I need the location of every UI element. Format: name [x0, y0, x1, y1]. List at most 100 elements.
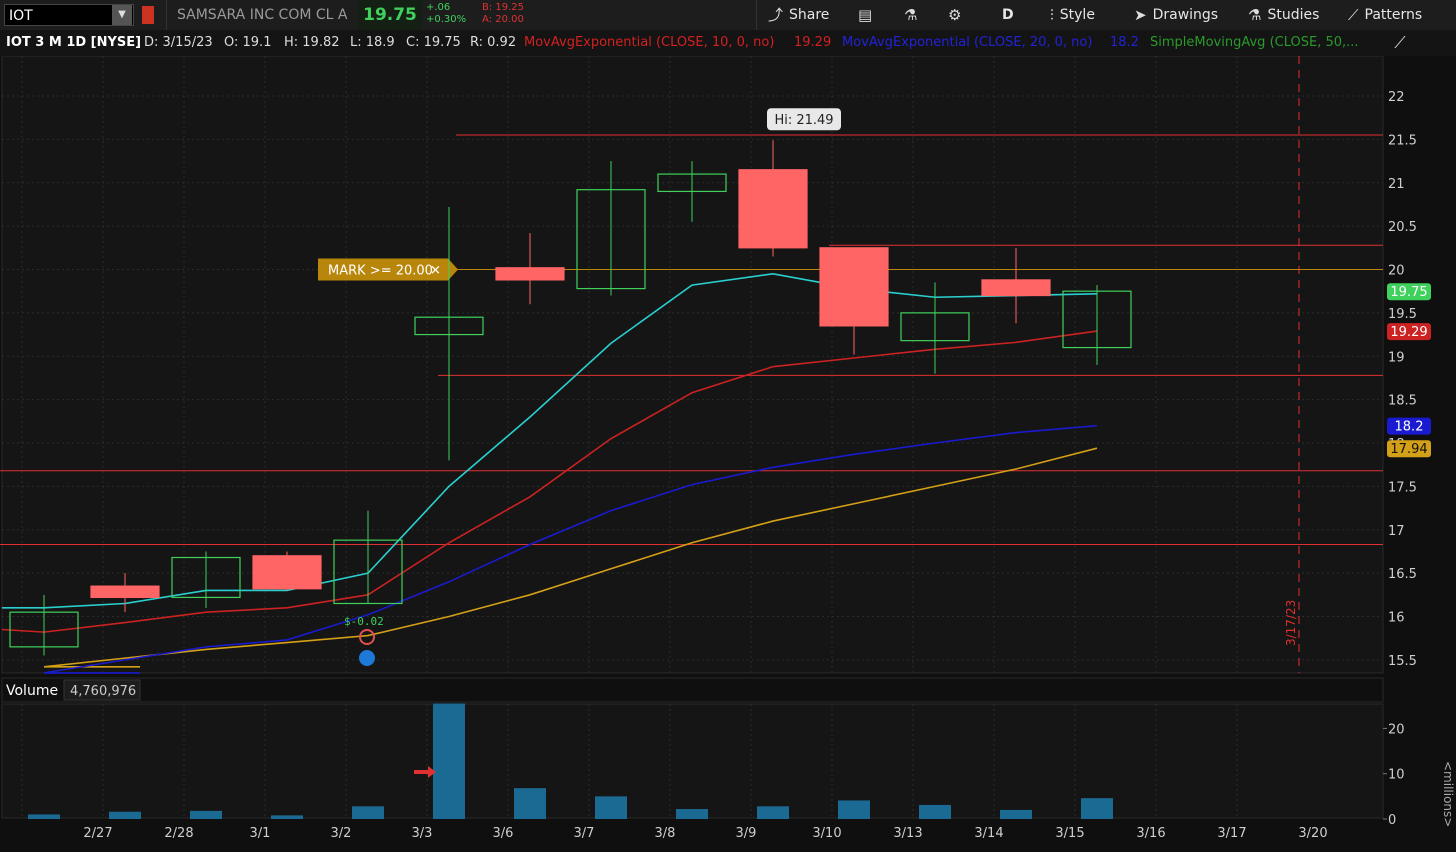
price-tick-label: 19.5: [1388, 307, 1417, 322]
alert-close-icon: ✕: [430, 264, 441, 279]
drawings-button[interactable]: ➤ Drawings: [1134, 0, 1218, 30]
share-button[interactable]: ⤴ Share: [768, 0, 829, 30]
bid-value: B: 19.25: [482, 2, 525, 13]
price-tick-label: 20.5: [1388, 220, 1417, 235]
study-sma50-label[interactable]: SimpleMovingAvg (CLOSE, 50,...: [1150, 30, 1359, 56]
date-tick-label: 3/2: [331, 826, 352, 841]
volume-bar: [919, 804, 951, 819]
volume-bar: [271, 815, 303, 819]
status-date: D: 3/15/23: [144, 35, 213, 50]
candle-down: [495, 267, 565, 281]
beaker-icon: ⚗: [1248, 6, 1262, 24]
change-value: +.06: [426, 2, 451, 13]
volume-bar: [433, 703, 465, 819]
symbol-dropdown-icon[interactable]: ▼: [112, 5, 132, 25]
volume-bar: [109, 811, 141, 819]
grid-icon: ▤: [858, 6, 873, 24]
volume-bar: [757, 806, 789, 819]
dividend-label: $-0.02: [344, 615, 384, 628]
date-tick-label: 3/14: [974, 826, 1003, 841]
studies-button[interactable]: ⚗ Studies: [1248, 0, 1319, 30]
study-ema10-label[interactable]: MovAvgExponential (CLOSE, 10, 0, no): [524, 30, 774, 56]
date-tick-label: 2/27: [83, 826, 112, 841]
date-tick-label: 3/10: [812, 826, 841, 841]
cursor-icon: ➤: [1134, 6, 1147, 24]
price-tick-label: 21.5: [1388, 133, 1417, 148]
status-low: L: 18.9: [350, 35, 395, 50]
volume-axis-label: <millions>: [1441, 761, 1455, 827]
flexible-grid-button[interactable]: ▤: [858, 0, 872, 30]
volume-bar: [28, 814, 60, 819]
price-panel: [1, 55, 1384, 674]
price-tick-label: 21: [1388, 177, 1405, 192]
date-tick-label: 3/20: [1298, 826, 1327, 841]
candle-down: [738, 169, 808, 249]
price-tick-label: 22: [1388, 90, 1405, 105]
study-ema20-value: 18.2: [1110, 35, 1139, 50]
settings-button[interactable]: ⚙: [948, 0, 961, 30]
price-tick-label: 19: [1388, 350, 1405, 365]
volume-bar: [838, 800, 870, 819]
company-name: SAMSARA INC COM CL A: [166, 0, 354, 30]
gear-icon: ⚙: [948, 6, 962, 24]
studies-label: Studies: [1267, 7, 1320, 23]
last-price: 19.75: [358, 0, 422, 30]
flask-icon: ⚗: [904, 6, 918, 24]
date-tick-label: 3/9: [736, 826, 757, 841]
volume-tick-label: 20: [1388, 722, 1405, 737]
volume-tick-label: 0: [1388, 813, 1396, 828]
drawing-tool-icon[interactable]: ⟋: [1388, 32, 1412, 54]
price-tick-label: 18.5: [1388, 394, 1417, 409]
change-percent: +0.30%: [426, 14, 467, 25]
date-tick-label: 3/8: [655, 826, 676, 841]
volume-bar: [514, 788, 546, 819]
flag-icon[interactable]: [142, 6, 154, 24]
candle-down: [90, 585, 160, 599]
volume-bar: [352, 806, 384, 819]
date-tick-label: 3/13: [893, 826, 922, 841]
candle-down: [252, 555, 322, 590]
status-high: H: 19.82: [284, 35, 340, 50]
chart-title: IOT 3 M 1D [NYSE]: [6, 35, 142, 50]
style-label: Style: [1059, 7, 1095, 23]
volume-bar: [190, 810, 222, 819]
share-label: Share: [789, 7, 830, 23]
patterns-button[interactable]: ⟋ Patterns: [1348, 0, 1422, 30]
price-tick-label: 16: [1388, 611, 1405, 626]
price-tick-label: 17: [1388, 524, 1405, 539]
date-tick-label: 3/16: [1136, 826, 1165, 841]
drawings-label: Drawings: [1152, 7, 1219, 23]
price-tick-label: 17.5: [1388, 480, 1417, 495]
bid-ask: B: 19.25 A: 20.00: [482, 2, 524, 26]
date-tick-label: 3/1: [250, 826, 271, 841]
earnings-date-label: 3/17/23: [1284, 600, 1298, 646]
volume-bar: [595, 796, 627, 819]
date-tick-label: 3/7: [574, 826, 595, 841]
volume-value: 4,760,976: [70, 684, 136, 699]
volume-panel: [1, 703, 1384, 819]
volume-title: Volume: [6, 683, 58, 699]
date-tick-label: 2/28: [164, 826, 193, 841]
hi-callout-label: Hi: 21.49: [774, 113, 833, 128]
volume-header: [1, 677, 1384, 703]
style-button[interactable]: ⫶ Style: [1050, 0, 1095, 30]
status-open: O: 19.1: [224, 35, 272, 50]
status-range: R: 0.92: [470, 35, 517, 50]
date-tick-label: 3/17: [1217, 826, 1246, 841]
price-chart[interactable]: 15.51616.51717.51818.51919.52020.52121.5…: [0, 55, 1456, 848]
date-tick-label: 3/15: [1055, 826, 1084, 841]
volume-tick-label: 10: [1388, 768, 1405, 783]
price-change: +.06 +0.30%: [426, 2, 466, 26]
chart-area[interactable]: 15.51616.51717.51818.51919.52020.52121.5…: [0, 55, 1456, 848]
volume-bar: [676, 809, 708, 819]
volume-bar: [1000, 809, 1032, 819]
price-marker-label: 19.75: [1390, 285, 1427, 300]
study-ema20-label[interactable]: MovAvgExponential (CLOSE, 20, 0, no): [842, 30, 1092, 56]
date-tick-label: 3/3: [412, 826, 433, 841]
price-tick-label: 16.5: [1388, 567, 1417, 582]
price-marker-label: 18.2: [1395, 420, 1424, 435]
studies-lab-button[interactable]: ⚗: [904, 0, 917, 30]
timeframe-button[interactable]: D: [1002, 0, 1014, 30]
status-close: C: 19.75: [406, 35, 461, 50]
toolbar: IOT ▼ SAMSARA INC COM CL A 19.75 +.06 +0…: [0, 0, 1456, 31]
